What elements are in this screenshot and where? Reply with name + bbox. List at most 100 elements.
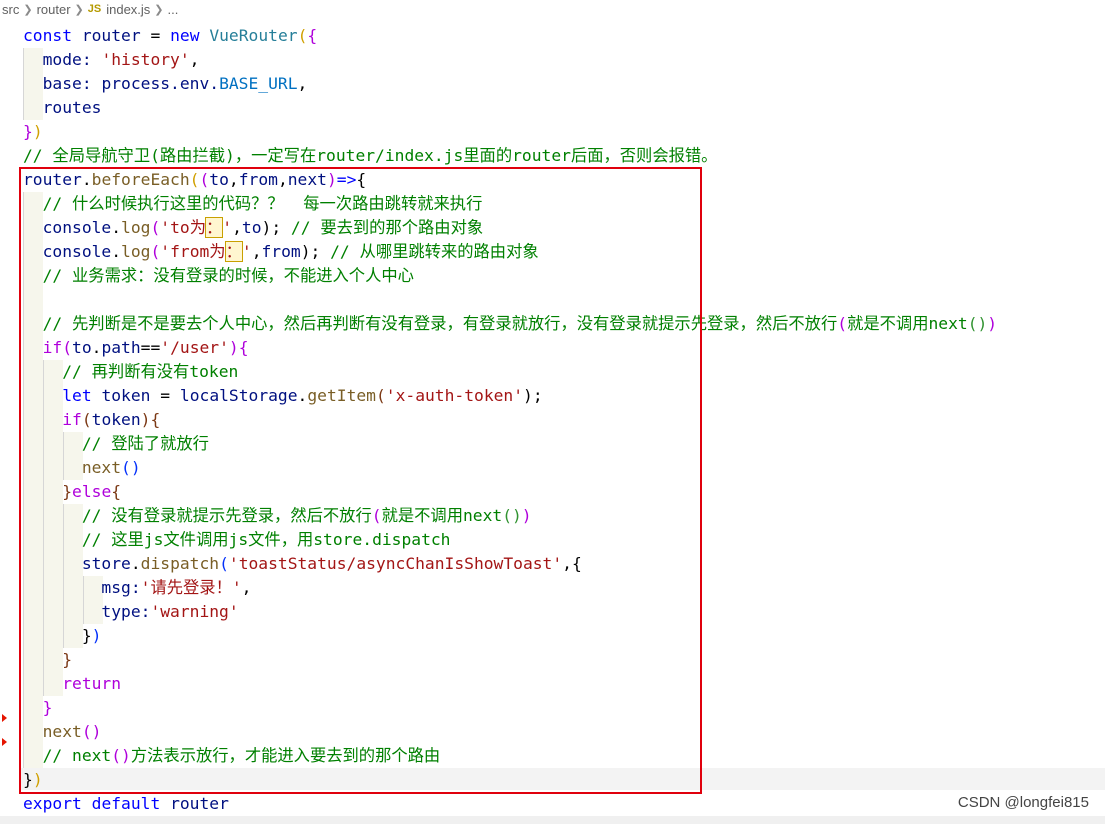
breadcrumb-item-symbol[interactable]: ... (166, 2, 181, 17)
comment: 就是不调用next (381, 506, 503, 525)
token: ); (261, 218, 282, 237)
code-line-33[interactable]: export default router (0, 792, 1105, 816)
token: router (81, 26, 141, 45)
code-line-14[interactable]: if(to.path=='/user'){ (0, 336, 1105, 360)
token: ) (32, 122, 43, 141)
code-line-19[interactable]: next() (0, 456, 1105, 480)
token: token (101, 386, 151, 405)
token: ) (521, 506, 532, 525)
token: VueRouter (209, 26, 298, 45)
token: () (967, 314, 988, 333)
javascript-file-icon: JS (87, 3, 102, 15)
token: process.env. (101, 74, 220, 93)
token: return (62, 674, 122, 693)
token: console (42, 218, 112, 237)
breakpoint-marker-icon[interactable] (2, 738, 7, 746)
code-line-6[interactable]: // 全局导航守卫(路由拦截)，一定写在router/index.js里面的ro… (0, 144, 1105, 168)
breakpoint-marker-icon[interactable] (2, 714, 7, 722)
token: 'warning' (150, 602, 239, 621)
code-line-9[interactable]: console.log('to为：',to); // 要去到的那个路由对象 (0, 216, 1105, 240)
code-line-30[interactable]: next() (0, 720, 1105, 744)
code-line-12[interactable] (0, 288, 1105, 312)
code-line-15[interactable]: // 再判断有没有token (0, 360, 1105, 384)
chevron-right-icon: ❯ (23, 3, 33, 16)
token: console (42, 242, 112, 261)
comment: // 全局导航守卫(路由拦截)，一定写在router/index.js里面的ro… (23, 146, 718, 165)
comment: // 什么时候执行这里的代码？？ 每一次路由跳转就来执行 (42, 194, 483, 213)
token: , (251, 242, 262, 261)
token: . (91, 338, 102, 357)
code-line-8[interactable]: // 什么时候执行这里的代码？？ 每一次路由跳转就来执行 (0, 192, 1105, 216)
comment: // 从哪里跳转来的路由对象 (320, 242, 539, 261)
token: = (160, 386, 171, 405)
token: log (121, 242, 151, 261)
code-line-18[interactable]: // 登陆了就放行 (0, 432, 1105, 456)
token: ); (523, 386, 543, 405)
comment: // 要去到的那个路由对象 (281, 218, 484, 237)
token: . (130, 554, 141, 573)
code-line-13[interactable]: // 先判断是不是要去个人中心，然后再判断有没有登录，有登录就放行，没有登录就提… (0, 312, 1105, 336)
code-line-23[interactable]: store.dispatch('toastStatus/asyncChanIsS… (0, 552, 1105, 576)
code-line-2[interactable]: mode: 'history', (0, 48, 1105, 72)
code-line-28[interactable]: return (0, 672, 1105, 696)
code-line-1[interactable]: const router = new VueRouter({ (0, 24, 1105, 48)
code-line-17[interactable]: if(token){ (0, 408, 1105, 432)
token: ( (62, 338, 73, 357)
code-line-32[interactable]: }) (0, 768, 1105, 792)
code-line-29[interactable]: } (0, 696, 1105, 720)
token: , (189, 50, 200, 69)
token: new (170, 26, 200, 45)
token: 'toastStatus/asyncChanIsShowToast' (228, 554, 563, 573)
token: ) (228, 338, 239, 357)
token: ( (375, 386, 386, 405)
code-line-10[interactable]: console.log('from为：',from); // 从哪里跳转来的路由… (0, 240, 1105, 264)
token: () (121, 458, 141, 477)
token: base: (42, 74, 92, 93)
token: 'history' (101, 50, 190, 69)
token: to (72, 338, 92, 357)
token: router (23, 170, 82, 189)
breadcrumb-item-router[interactable]: router (35, 2, 73, 17)
watermark: CSDN @longfei815 (957, 794, 1089, 811)
breadcrumb: src ❯ router ❯ JS index.js ❯ ... (0, 0, 1105, 18)
token: dispatch (140, 554, 220, 573)
token: '请先登录！' (140, 578, 242, 597)
token: msg: (101, 578, 141, 597)
token: } (42, 698, 53, 717)
code-line-16[interactable]: let token = localStorage.getItem('x-auth… (0, 384, 1105, 408)
code-line-31[interactable]: // next()方法表示放行，才能进入要去到的那个路由 (0, 744, 1105, 768)
horizontal-scrollbar[interactable] (0, 816, 1105, 824)
comment: 方法表示放行，才能进入要去到的那个路由 (130, 746, 441, 765)
token: () (111, 746, 131, 765)
code-line-20[interactable]: }else{ (0, 480, 1105, 504)
token: ( (297, 26, 308, 45)
breadcrumb-item-file[interactable]: index.js (104, 2, 152, 17)
token: log (121, 218, 151, 237)
token: () (502, 506, 522, 525)
token: localStorage (179, 386, 298, 405)
token: } (23, 770, 33, 789)
token: = (150, 26, 161, 45)
code-line-25[interactable]: type:'warning' (0, 600, 1105, 624)
token: getItem (307, 386, 376, 405)
token: beforeEach (91, 170, 190, 189)
code-line-27[interactable]: } (0, 648, 1105, 672)
code-line-26[interactable]: }) (0, 624, 1105, 648)
code-line-5[interactable]: }) (0, 120, 1105, 144)
code-line-11[interactable]: // 业务需求：没有登录的时候，不能进入个人中心 (0, 264, 1105, 288)
token: default (91, 794, 161, 813)
breadcrumb-item-src[interactable]: src (0, 2, 21, 17)
token: ： (224, 241, 243, 262)
chevron-right-icon: ❯ (74, 3, 84, 16)
code-line-3[interactable]: base: process.env.BASE_URL, (0, 72, 1105, 96)
code-line-22[interactable]: // 这里js文件调用js文件，用store.dispatch (0, 528, 1105, 552)
token: token (91, 410, 141, 429)
code-line-7[interactable]: router.beforeEach((to,from,next)=>{ (0, 168, 1105, 192)
token: ) (32, 770, 43, 789)
code-line-24[interactable]: msg:'请先登录！', (0, 576, 1105, 600)
code-editor[interactable]: const router = new VueRouter({ mode: 'hi… (0, 24, 1105, 816)
token: ' (241, 242, 252, 261)
code-line-4[interactable]: routes (0, 96, 1105, 120)
token: ( (81, 410, 92, 429)
code-line-21[interactable]: // 没有登录就提示先登录，然后不放行(就是不调用next()) (0, 504, 1105, 528)
